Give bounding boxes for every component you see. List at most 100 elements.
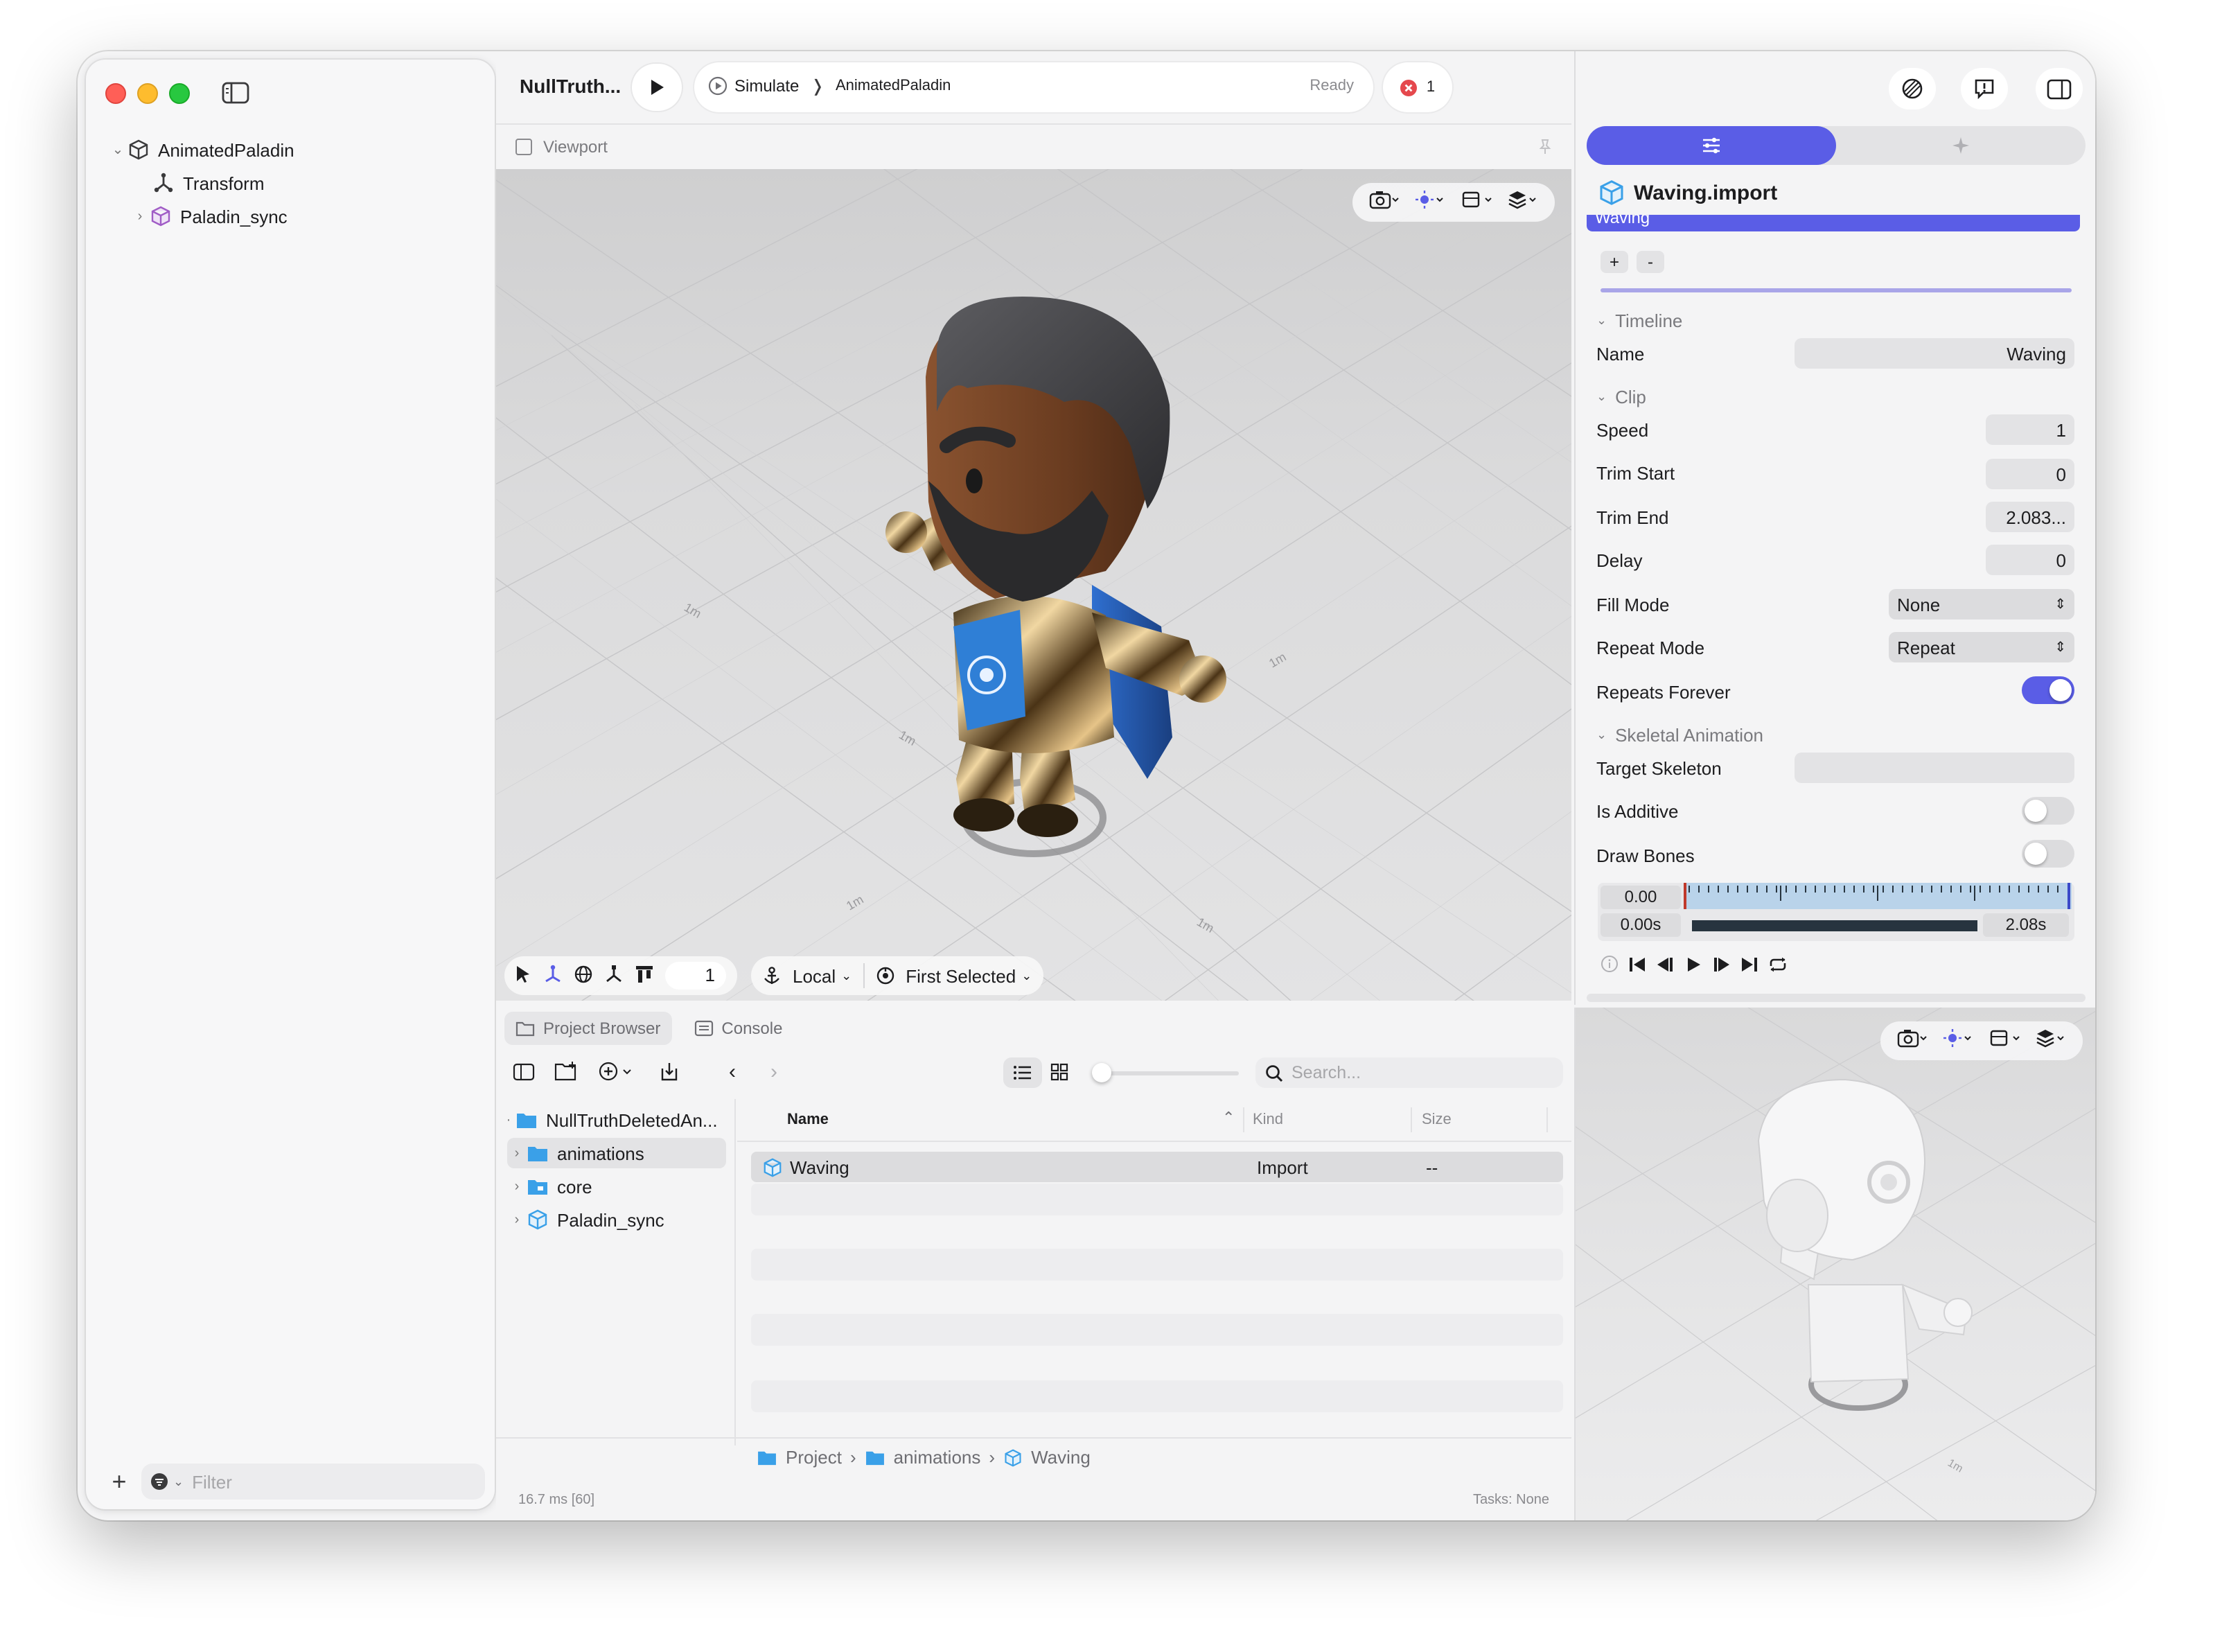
name-field[interactable]: Waving — [1795, 338, 2074, 369]
effects-tab[interactable] — [1836, 126, 2086, 165]
animation-list-item-selected[interactable]: Waving — [1587, 215, 2080, 231]
rotate-tool-icon[interactable] — [574, 964, 593, 987]
search-field[interactable]: Search... — [1255, 1057, 1563, 1088]
chevron-down-icon[interactable]: · — [502, 1112, 515, 1127]
chevron-down-icon[interactable]: ⌄ — [173, 1474, 184, 1489]
trim-end-field[interactable]: 2.083... — [1986, 502, 2074, 532]
render-mode-icon[interactable] — [1462, 189, 1492, 216]
folder-core[interactable]: › core — [507, 1171, 592, 1202]
zoom-window-button[interactable] — [169, 83, 190, 104]
preview-viewport[interactable]: 1m — [1574, 1008, 2095, 1520]
timeline-ruler[interactable] — [1684, 883, 2072, 911]
column-name[interactable]: Name — [787, 1099, 829, 1141]
space-selector[interactable]: Local ⌄ First Selected ⌄ — [751, 956, 1043, 995]
filter-field[interactable]: ⌄ Filter — [141, 1464, 485, 1500]
skeletal-animation-section[interactable]: ⌄ Skeletal Animation — [1596, 725, 1763, 746]
import-icon[interactable] — [660, 1062, 679, 1081]
lighting-icon[interactable] — [1416, 189, 1446, 216]
move-tool-icon[interactable] — [543, 964, 563, 987]
camera-icon[interactable] — [1369, 189, 1400, 216]
draw-bones-toggle[interactable] — [2022, 840, 2074, 868]
tab-console[interactable]: Console — [682, 1012, 793, 1045]
trim-start-field[interactable]: 0 — [1986, 459, 2074, 489]
breadcrumb-item[interactable]: Project — [786, 1447, 842, 1468]
range-end-field[interactable]: 2.08s — [1983, 913, 2069, 937]
render-mode-icon[interactable] — [1990, 1028, 2020, 1054]
loop-icon[interactable] — [1768, 955, 1788, 980]
back-icon[interactable]: ‹ — [729, 1060, 736, 1084]
folder-animations[interactable]: › animations — [507, 1138, 726, 1168]
scheme-selector[interactable]: Simulate — [708, 76, 799, 96]
chevron-right-icon[interactable]: › — [507, 1179, 527, 1194]
add-icon[interactable]: + — [105, 1467, 133, 1495]
folder-root[interactable]: · NullTruthDeletedAn... — [502, 1105, 729, 1135]
tree-item-animatedpaladin[interactable]: ⌄ AnimatedPaladin — [108, 134, 294, 165]
inspector-scrollbar[interactable] — [1587, 994, 2086, 1002]
range-start-field[interactable]: 0.00s — [1601, 913, 1681, 937]
grid-view-icon[interactable] — [1050, 1063, 1068, 1081]
tree-item-transform[interactable]: Transform — [152, 168, 265, 198]
step-forward-icon[interactable] — [1711, 955, 1731, 980]
scene-viewport[interactable]: 1m 1m 1m 1m 1m 1 Local ⌄ First Selected … — [496, 169, 1571, 1001]
forward-icon[interactable]: › — [770, 1060, 777, 1084]
column-size[interactable]: Size — [1422, 1099, 1452, 1141]
camera-icon[interactable] — [1897, 1028, 1928, 1054]
scale-tool-icon[interactable] — [604, 964, 624, 987]
list-resize-handle[interactable] — [1601, 288, 2072, 292]
chevron-right-icon[interactable]: › — [507, 1212, 527, 1227]
delay-field[interactable]: 0 — [1986, 545, 2074, 575]
close-window-button[interactable] — [105, 83, 126, 104]
info-icon[interactable] — [1601, 955, 1619, 980]
column-kind[interactable]: Kind — [1253, 1099, 1283, 1141]
run-button[interactable] — [632, 64, 682, 111]
timeline-section[interactable]: ⌄ Timeline — [1596, 310, 1682, 331]
add-asset-icon[interactable] — [599, 1062, 637, 1081]
layers-icon[interactable] — [1508, 189, 1539, 216]
list-view-icon[interactable] — [1003, 1057, 1042, 1088]
feedback-icon[interactable] — [1961, 68, 2008, 109]
lighting-icon[interactable] — [1943, 1028, 1974, 1054]
layers-icon[interactable] — [2036, 1028, 2067, 1054]
pin-icon[interactable] — [1538, 139, 1552, 155]
target-skeleton-field[interactable] — [1795, 753, 2074, 783]
clip-section[interactable]: ⌄ Clip — [1596, 387, 1646, 407]
error-badge[interactable]: 1 — [1383, 62, 1452, 112]
chevron-right-icon[interactable]: › — [507, 1145, 527, 1161]
chevron-right-icon[interactable]: › — [130, 209, 150, 224]
target-label[interactable]: AnimatedPaladin — [836, 78, 951, 94]
add-animation-button[interactable]: + — [1601, 251, 1628, 273]
skip-to-start-icon[interactable] — [1628, 955, 1646, 980]
repeats-forever-toggle[interactable] — [2022, 676, 2074, 704]
skip-to-end-icon[interactable] — [1740, 955, 1758, 980]
remove-animation-button[interactable]: - — [1637, 251, 1664, 273]
toggle-inspector-icon[interactable] — [2036, 68, 2083, 109]
select-tool-icon[interactable] — [515, 964, 532, 987]
tab-project-browser[interactable]: Project Browser — [504, 1012, 672, 1045]
minimize-window-button[interactable] — [137, 83, 158, 104]
properties-tab[interactable] — [1587, 126, 1836, 165]
viewport-checkbox[interactable] — [515, 139, 532, 155]
chevron-down-icon[interactable]: ⌄ — [108, 142, 127, 157]
new-folder-icon[interactable] — [554, 1062, 579, 1081]
snap-value-field[interactable]: 1 — [665, 962, 726, 990]
fill-mode-select[interactable]: None ⇕ — [1889, 589, 2074, 620]
tree-item-paladin-sync[interactable]: › Paladin_sync — [130, 201, 288, 231]
speed-field[interactable]: 1 — [1986, 414, 2074, 445]
sort-ascending-icon[interactable]: ⌃ — [1222, 1109, 1235, 1127]
range-bar[interactable] — [1692, 920, 1977, 931]
folder-paladin-sync[interactable]: › Paladin_sync — [507, 1204, 664, 1235]
repeat-mode-select[interactable]: Repeat ⇕ — [1889, 632, 2074, 662]
snap-icon[interactable] — [635, 964, 654, 987]
toggle-sidebar-icon[interactable] — [219, 79, 252, 107]
current-time-field[interactable]: 0.00 — [1601, 886, 1681, 909]
step-back-icon[interactable] — [1656, 955, 1675, 980]
thumbnail-size-slider[interactable] — [1092, 1063, 1239, 1082]
sidebar-toggle-icon[interactable] — [513, 1063, 535, 1081]
slider-knob[interactable] — [1092, 1063, 1111, 1082]
play-icon[interactable] — [1685, 955, 1702, 980]
file-row-waving[interactable]: Waving Import -- — [751, 1152, 1563, 1182]
is-additive-toggle[interactable] — [2022, 797, 2074, 825]
paladin-character[interactable] — [496, 169, 1571, 1001]
breadcrumb-item[interactable]: Waving — [1031, 1447, 1091, 1468]
breadcrumb-item[interactable]: animations — [894, 1447, 981, 1468]
